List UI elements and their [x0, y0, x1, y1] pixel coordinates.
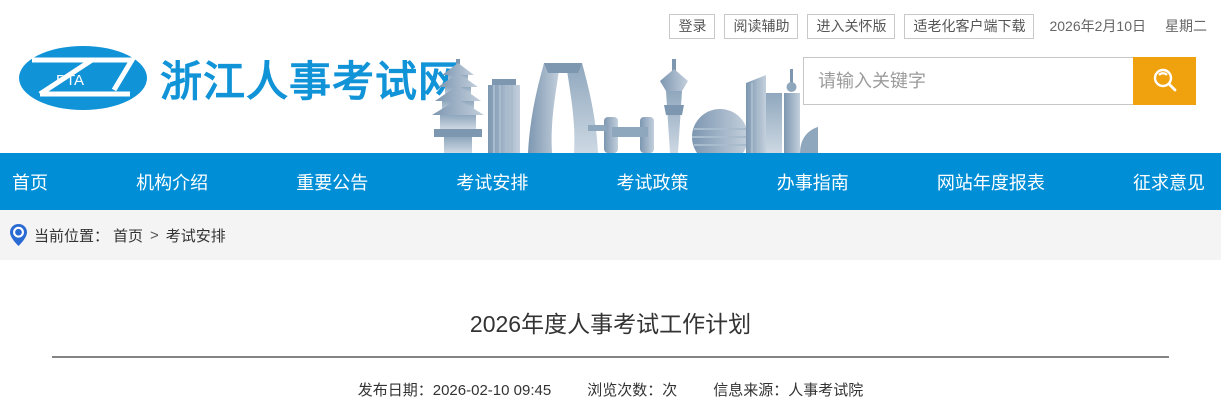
info-source-value: 人事考试院: [788, 382, 863, 399]
nav-item-exam-schedule[interactable]: 考试安排: [456, 169, 528, 195]
search-icon: [1151, 67, 1179, 95]
breadcrumb: 当前位置： 首页 > 考试安排: [0, 210, 1221, 260]
nav-item-service-guide[interactable]: 办事指南: [777, 169, 849, 195]
breadcrumb-current-link[interactable]: 考试安排: [166, 225, 226, 246]
breadcrumb-separator: >: [150, 227, 159, 244]
view-count-value: 次: [662, 382, 677, 399]
article-title: 2026年度人事考试工作计划: [0, 305, 1221, 339]
info-source: 信息来源：人事考试院: [713, 379, 863, 400]
publish-date: 发布日期：2026-02-10 09:45: [358, 379, 551, 400]
nav-item-exam-policy[interactable]: 考试政策: [617, 169, 689, 195]
logo-acronym: PTA: [56, 72, 84, 89]
view-count: 浏览次数：次: [587, 379, 677, 400]
care-version-button[interactable]: 进入关怀版: [807, 14, 895, 39]
current-weekday: 星期二: [1165, 16, 1207, 36]
location-pin-icon: [10, 224, 27, 246]
article-section: 2026年度人事考试工作计划 发布日期：2026-02-10 09:45 浏览次…: [0, 260, 1221, 400]
site-logo[interactable]: PTA 浙江人事考试网: [18, 44, 461, 112]
site-header: PTA 浙江人事考试网: [0, 40, 1221, 153]
nav-item-feedback[interactable]: 征求意见: [1133, 169, 1205, 195]
city-skyline-illustration: [428, 57, 818, 153]
info-source-label: 信息来源：: [713, 382, 788, 399]
nav-item-about[interactable]: 机构介绍: [136, 169, 208, 195]
publish-date-label: 发布日期：: [358, 382, 433, 399]
logo-icon: PTA: [18, 44, 148, 112]
search-bar: [803, 57, 1196, 105]
main-nav: 首页 机构介绍 重要公告 考试安排 考试政策 办事指南 网站年度报表 征求意见: [0, 153, 1221, 210]
breadcrumb-home-link[interactable]: 首页: [113, 225, 143, 246]
login-button[interactable]: 登录: [669, 14, 715, 39]
nav-item-home[interactable]: 首页: [12, 169, 48, 195]
nav-item-announcements[interactable]: 重要公告: [296, 169, 368, 195]
title-divider: [52, 356, 1169, 358]
site-title: 浙江人事考试网: [160, 48, 461, 109]
view-count-label: 浏览次数：: [587, 382, 662, 399]
search-button[interactable]: [1133, 57, 1196, 105]
utility-bar: 登录 阅读辅助 进入关怀版 适老化客户端下载 2026年2月10日 星期二: [0, 0, 1221, 40]
nav-item-annual-report[interactable]: 网站年度报表: [937, 169, 1045, 195]
current-date: 2026年2月10日: [1049, 16, 1146, 36]
publish-date-value: 2026-02-10 09:45: [433, 382, 551, 399]
search-input[interactable]: [803, 57, 1133, 105]
breadcrumb-label: 当前位置：: [34, 225, 109, 246]
elderly-client-download-button[interactable]: 适老化客户端下载: [904, 14, 1034, 39]
article-meta: 发布日期：2026-02-10 09:45 浏览次数：次 信息来源：人事考试院: [0, 379, 1221, 400]
reading-aid-button[interactable]: 阅读辅助: [724, 14, 798, 39]
